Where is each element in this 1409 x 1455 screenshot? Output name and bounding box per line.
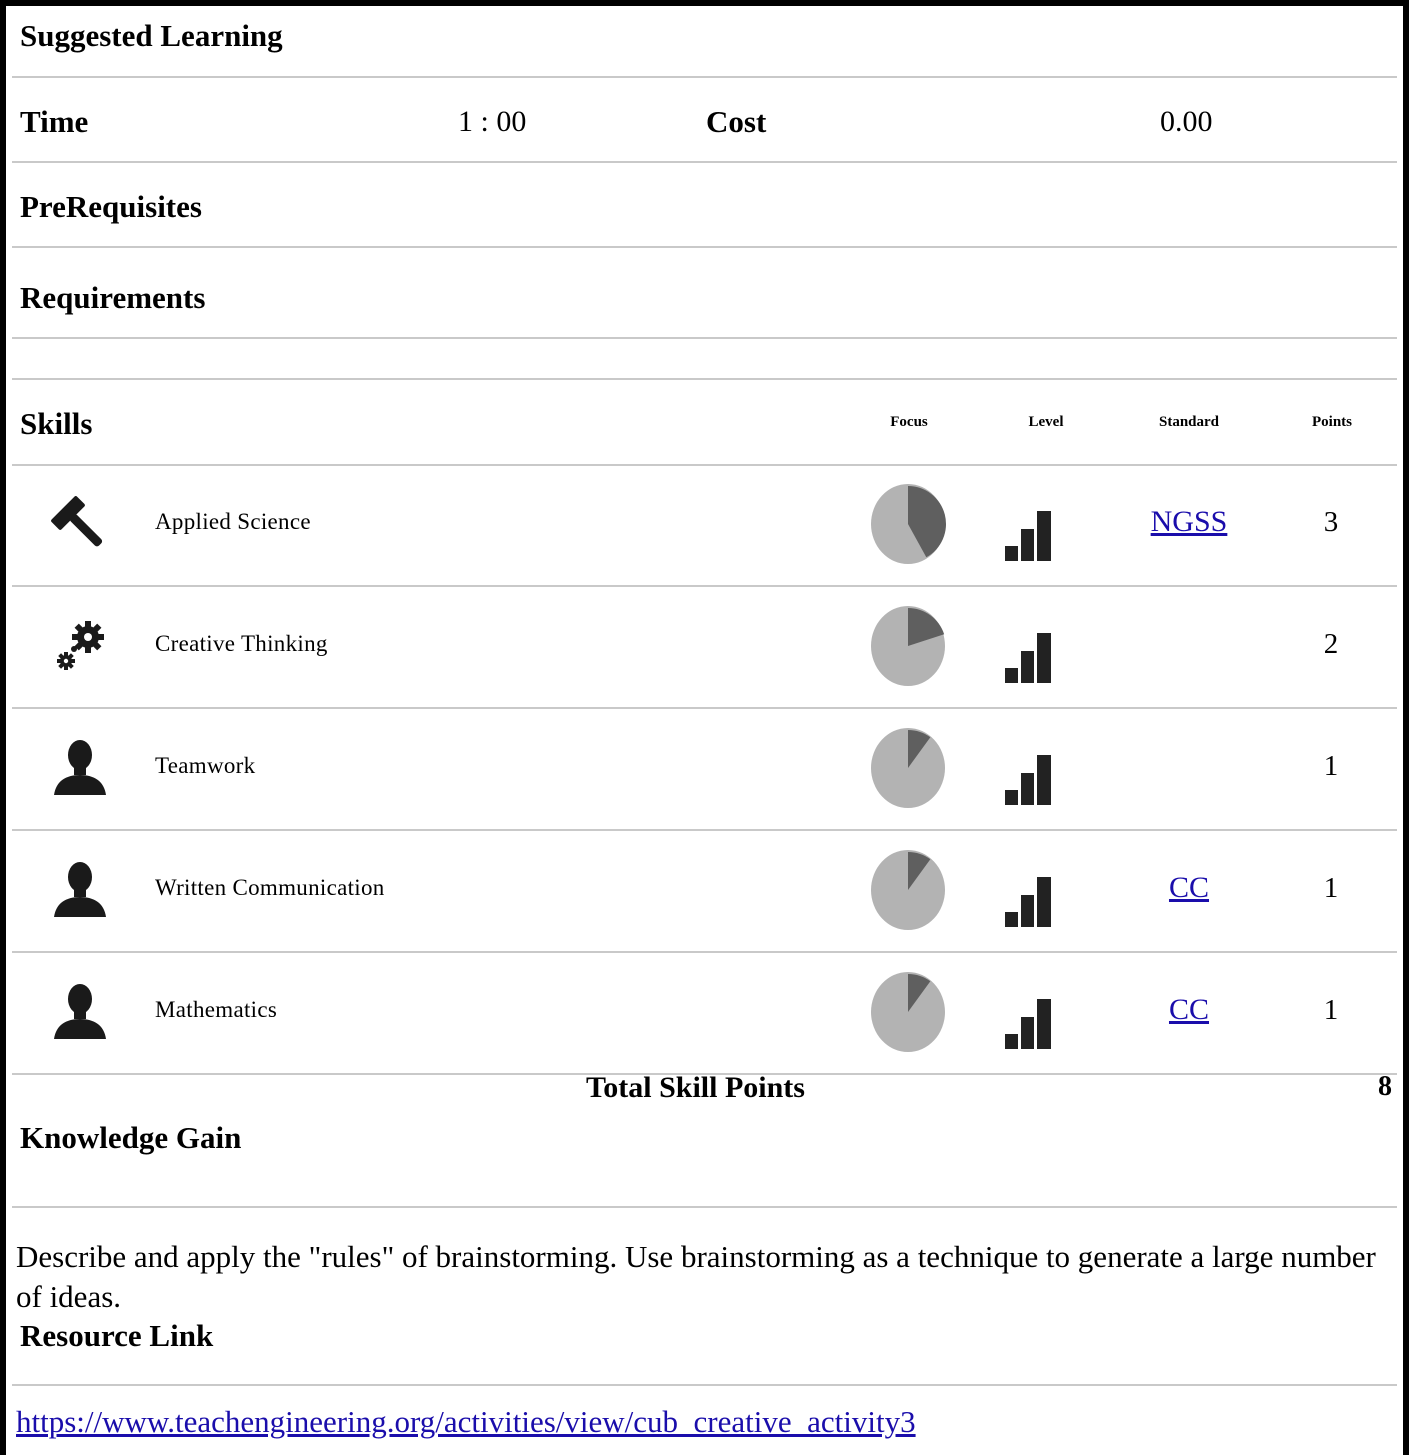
level-bar-2 [1021, 1017, 1034, 1049]
skill-points: 2 [1323, 628, 1339, 660]
level-bar-3 [1037, 511, 1051, 561]
skill-name: Written Communication [155, 875, 385, 900]
divider [12, 337, 1397, 339]
level-bar-1 [1005, 668, 1018, 683]
skill-name: Applied Science [155, 509, 311, 534]
requirements-heading: Requirements [20, 280, 206, 315]
prerequisites-heading: PreRequisites [20, 189, 202, 224]
divider [12, 585, 1397, 587]
skill-points: 1 [1323, 994, 1339, 1026]
focus-pie-chart [871, 728, 945, 808]
resource-link-heading: Resource Link [20, 1318, 214, 1353]
level-bars-icon [1005, 877, 1051, 927]
column-header-standard: Standard [1158, 414, 1220, 430]
focus-pie-chart [871, 606, 945, 686]
level-bars-icon [1005, 633, 1051, 683]
person-icon [48, 859, 112, 923]
skill-name: Teamwork [155, 753, 256, 778]
cost-value: 0.00 [1160, 105, 1213, 138]
divider [12, 1384, 1397, 1386]
time-value: 1 : 00 [458, 105, 527, 138]
suggested-learning-heading: Suggested Learning [20, 18, 283, 53]
divider [12, 707, 1397, 709]
level-bar-3 [1037, 877, 1051, 927]
level-bar-1 [1005, 1034, 1018, 1049]
level-bar-2 [1021, 651, 1034, 683]
divider [12, 161, 1397, 163]
divider [12, 951, 1397, 953]
skills-heading: Skills [20, 406, 93, 441]
skill-name: Creative Thinking [155, 631, 328, 656]
divider [12, 829, 1397, 831]
level-bar-1 [1005, 546, 1018, 561]
column-header-points: Points [1311, 414, 1352, 430]
divider [12, 464, 1397, 466]
level-bar-2 [1021, 529, 1034, 561]
skill-points: 1 [1323, 750, 1339, 782]
standard-link[interactable]: NGSS [1119, 505, 1259, 539]
level-bar-1 [1005, 790, 1018, 805]
total-skill-points-value: 8 [1378, 1071, 1392, 1102]
person-icon [48, 981, 112, 1045]
level-bar-2 [1021, 773, 1034, 805]
focus-pie-chart [871, 850, 945, 930]
time-label: Time [20, 104, 89, 139]
column-header-focus: Focus [890, 414, 928, 430]
skill-points: 1 [1323, 872, 1339, 904]
level-bars-icon [1005, 511, 1051, 561]
level-bar-1 [1005, 912, 1018, 927]
resource-link[interactable]: https://www.teachengineering.org/activit… [16, 1404, 916, 1440]
standard-link[interactable]: CC [1119, 993, 1259, 1027]
level-bar-3 [1037, 755, 1051, 805]
person-icon [48, 737, 112, 801]
divider [12, 1206, 1397, 1208]
level-bars-icon [1005, 999, 1051, 1049]
skill-points: 3 [1323, 506, 1339, 538]
cost-label: Cost [706, 104, 767, 139]
total-skill-points-label: Total Skill Points [586, 1071, 805, 1104]
hammer-icon [48, 493, 112, 557]
gears-icon [48, 615, 112, 679]
divider [12, 246, 1397, 248]
focus-pie-chart [871, 972, 945, 1052]
divider [12, 76, 1397, 78]
focus-pie-chart [871, 484, 947, 564]
divider [12, 378, 1397, 380]
knowledge-gain-heading: Knowledge Gain [20, 1120, 242, 1155]
level-bar-2 [1021, 895, 1034, 927]
skill-name: Mathematics [155, 997, 278, 1022]
column-header-level: Level [1028, 414, 1064, 430]
standard-link[interactable]: CC [1119, 871, 1259, 905]
level-bar-3 [1037, 999, 1051, 1049]
knowledge-gain-text: Describe and apply the "rules" of brains… [16, 1239, 1376, 1314]
level-bar-3 [1037, 633, 1051, 683]
level-bars-icon [1005, 755, 1051, 805]
